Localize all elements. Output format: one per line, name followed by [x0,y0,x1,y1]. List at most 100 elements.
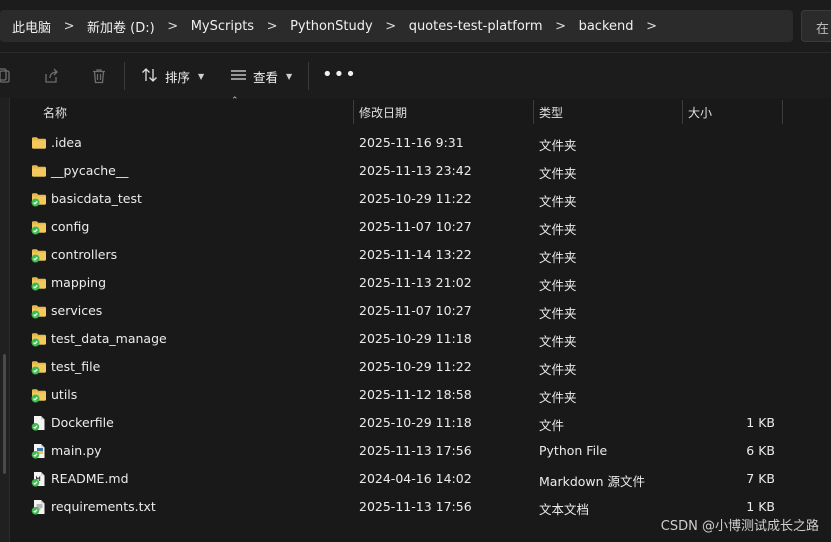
file-size: 7 KB [746,471,775,486]
toolbar-divider [124,62,125,90]
folder-icon [31,163,47,179]
chevron-right-icon[interactable]: > [545,19,577,34]
file-date-modified: 2025-11-13 21:02 [359,275,472,290]
share-icon[interactable] [41,66,61,86]
file-type: 文件夹 [539,194,577,209]
file-name: __pycache__ [51,163,129,178]
breadcrumb-item-myscripts[interactable]: MyScripts [189,19,256,34]
file-row[interactable]: utils 2025-11-12 18:58 文件夹 [12,381,782,409]
nav-pane-edge [0,98,10,542]
search-placeholder: 在 [816,22,830,37]
file-type: 文件夹 [539,138,577,153]
file-type: 文件 [539,418,565,433]
file-name: .idea [51,135,82,150]
scrollbar-thumb[interactable] [3,354,6,474]
file-date-modified: 2025-10-29 11:22 [359,191,472,206]
column-header-size[interactable]: 大小 [688,98,778,126]
trash-icon[interactable] [89,66,109,86]
python-file-icon [31,443,47,459]
folder-synced-icon [31,219,47,235]
folder-synced-icon [31,275,47,291]
file-list: 名称 ⌃ 修改日期 类型 大小 .idea 2025-11-16 9:31 文件夹 … [0,96,831,542]
file-date-modified: 2025-11-12 18:58 [359,387,472,402]
file-row[interactable]: main.py 2025-11-13 17:56 Python File 6 KB [12,437,782,465]
column-divider[interactable] [533,100,534,124]
file-name: utils [51,387,78,402]
file-type: 文件夹 [539,250,577,265]
folder-synced-icon [31,303,47,319]
folder-synced-icon [31,359,47,375]
file-row[interactable]: README.md 2024-04-16 14:02 Markdown 源文件 7 K… [12,465,782,493]
chevron-down-icon: ▼ [198,71,205,81]
breadcrumb-item-this-pc[interactable]: 此电脑 [10,17,53,36]
file-row[interactable]: __pycache__ 2025-11-13 23:42 文件夹 [12,157,782,185]
view-button[interactable]: 查看 ▼ [230,64,292,88]
chevron-right-icon[interactable]: > [636,19,668,34]
file-row[interactable]: controllers 2025-11-14 13:22 文件夹 [12,241,782,269]
file-row[interactable]: basicdata_test 2025-10-29 11:22 文件夹 [12,185,782,213]
file-type: Python File [539,443,608,458]
column-divider[interactable] [682,100,683,124]
search-input[interactable]: 在 [801,10,831,42]
toolbar-divider [308,62,309,90]
chevron-right-icon[interactable]: > [53,19,85,34]
file-name: services [51,303,103,318]
breadcrumb-item-quotes-test-platform[interactable]: quotes-test-platform [407,19,545,34]
file-row[interactable]: services 2025-11-07 10:27 文件夹 [12,297,782,325]
column-header-date-label: 修改日期 [359,105,408,120]
file-date-modified: 2025-11-14 13:22 [359,247,472,262]
file-type: Markdown 源文件 [539,474,646,489]
chevron-right-icon[interactable]: > [375,19,407,34]
file-name: README.md [51,471,129,486]
breadcrumb-item-drive-d[interactable]: 新加卷 (D:) [85,17,157,36]
file-date-modified: 2025-11-16 9:31 [359,135,464,150]
more-options-button[interactable]: ••• [322,65,357,85]
file-date-modified: 2025-10-29 11:18 [359,415,472,430]
file-date-modified: 2025-11-07 10:27 [359,303,472,318]
breadcrumb[interactable]: 此电脑 > 新加卷 (D:) > MyScripts > PythonStudy… [0,10,793,42]
column-header-type[interactable]: 类型 [539,98,679,126]
file-date-modified: 2025-10-29 11:22 [359,359,472,374]
file-name: mapping [51,275,107,290]
file-size: 1 KB [746,499,775,514]
watermark: CSDN @小博测试成长之路 [660,519,819,534]
sort-ascending-icon: ⌃ [231,96,239,106]
address-bar-area: 此电脑 > 新加卷 (D:) > MyScripts > PythonStudy… [0,0,831,52]
column-divider[interactable] [353,100,354,124]
file-name: test_data_manage [51,331,167,346]
file-row[interactable]: test_data_manage 2025-10-29 11:18 文件夹 [12,325,782,353]
file-type: 文件夹 [539,306,577,321]
file-date-modified: 2025-11-13 23:42 [359,163,472,178]
file-name: requirements.txt [51,499,156,514]
sort-button[interactable]: 排序 ▼ [141,64,204,88]
sort-label: 排序 [165,69,191,85]
chevron-right-icon[interactable]: > [157,19,189,34]
file-row[interactable]: test_file 2025-10-29 11:22 文件夹 [12,353,782,381]
column-divider[interactable] [782,100,783,124]
column-header-name-label: 名称 [43,105,68,120]
file-name: Dockerfile [51,415,114,430]
file-type: 文本文档 [539,502,590,517]
column-header-date[interactable]: 修改日期 [359,98,529,126]
file-name: test_file [51,359,101,374]
column-header-type-label: 类型 [539,105,564,120]
folder-synced-icon [31,247,47,263]
file-size: 6 KB [746,443,775,458]
command-toolbar: 排序 ▼ 查看 ▼ ••• [0,52,831,98]
file-name: config [51,219,90,234]
view-label: 查看 [253,69,279,85]
file-synced-icon [31,415,47,431]
copy-icon[interactable] [0,66,14,86]
markdown-file-icon [31,471,47,487]
file-date-modified: 2024-04-16 14:02 [359,471,472,486]
column-header-name[interactable]: 名称 ⌃ [43,96,351,126]
file-type: 文件夹 [539,362,577,377]
file-row[interactable]: .idea 2025-11-16 9:31 文件夹 [12,129,782,157]
file-row[interactable]: Dockerfile 2025-10-29 11:18 文件 1 KB [12,409,782,437]
chevron-right-icon[interactable]: > [256,19,288,34]
breadcrumb-item-pythonstudy[interactable]: PythonStudy [288,19,375,34]
file-type: 文件夹 [539,166,577,181]
file-row[interactable]: mapping 2025-11-13 21:02 文件夹 [12,269,782,297]
file-row[interactable]: config 2025-11-07 10:27 文件夹 [12,213,782,241]
breadcrumb-item-backend[interactable]: backend [577,19,636,34]
